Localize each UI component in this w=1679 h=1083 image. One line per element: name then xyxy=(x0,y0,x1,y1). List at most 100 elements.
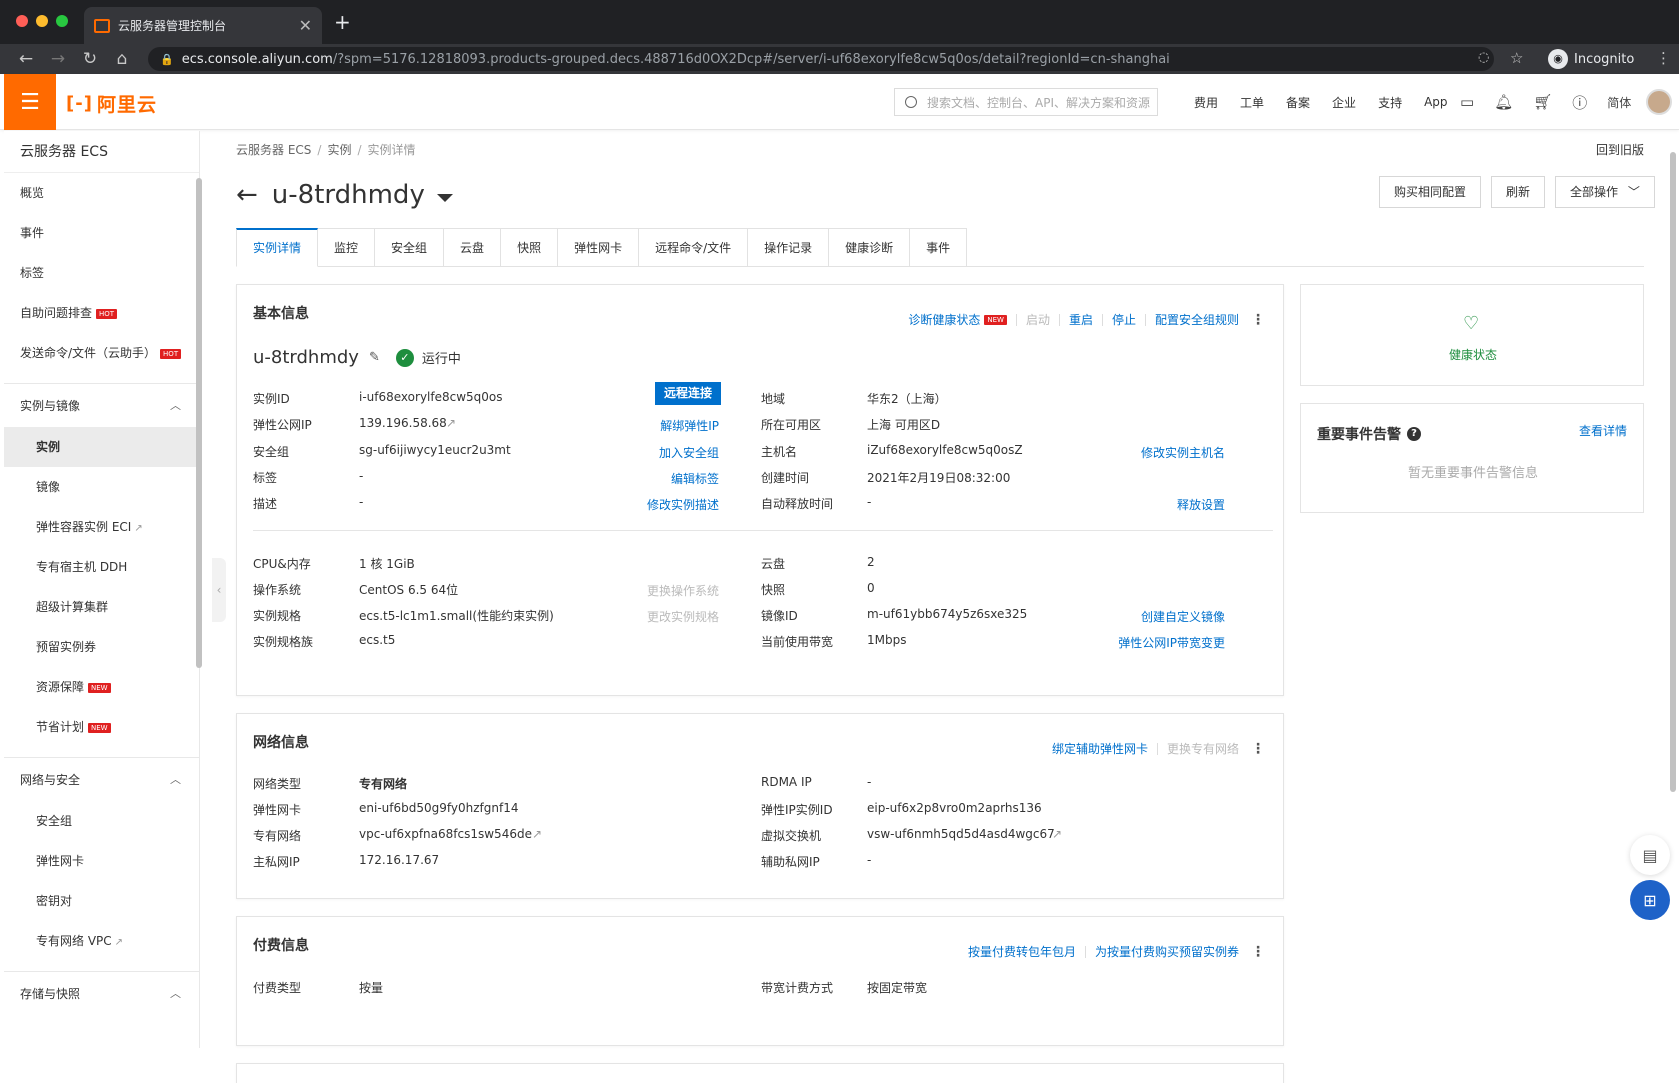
incognito-indicator[interactable]: ◉ Incognito xyxy=(1548,48,1634,70)
field-action-link[interactable]: 修改实例主机名 xyxy=(1141,444,1225,461)
sidebar-item-savings-plan[interactable]: 节省计划 NEW xyxy=(4,707,199,747)
menu-icon[interactable]: ☰ xyxy=(4,74,56,130)
top-link-enterprise[interactable]: 企业 xyxy=(1332,94,1356,111)
sidebar-item-vpc[interactable]: 专有网络 VPC ↗ xyxy=(4,921,199,961)
breadcrumb-ecs[interactable]: 云服务器 ECS xyxy=(236,143,311,157)
field-action-link-disabled[interactable]: 更换操作系统 xyxy=(647,582,719,599)
stop-link[interactable]: 停止 xyxy=(1112,311,1136,328)
top-link-support[interactable]: 支持 xyxy=(1378,94,1402,111)
top-link-fees[interactable]: 费用 xyxy=(1194,94,1218,111)
back-icon[interactable]: ← xyxy=(10,49,42,69)
avatar[interactable] xyxy=(1646,89,1672,115)
buy-reserved-instance-link[interactable]: 为按量付费购买预留实例券 xyxy=(1095,943,1239,960)
sidebar-item-security-groups[interactable]: 安全组 xyxy=(4,801,199,841)
cart-icon[interactable]: 🛒︎ xyxy=(1533,93,1552,111)
view-details-link[interactable]: 查看详情 xyxy=(1579,422,1627,439)
close-tab-icon[interactable]: ✕ xyxy=(299,16,312,35)
sidebar-scrollbar[interactable] xyxy=(196,178,202,668)
sidebar-group-instances-images[interactable]: 实例与镜像 ︿ xyxy=(4,383,199,427)
eye-off-icon[interactable]: ◌ xyxy=(1478,50,1489,65)
restart-link[interactable]: 重启 xyxy=(1069,311,1093,328)
field-action-link[interactable]: 修改实例描述 xyxy=(647,496,719,513)
top-link-app[interactable]: App xyxy=(1424,95,1447,109)
more-actions-icon[interactable]: ⋮ xyxy=(1251,741,1265,757)
terminal-icon[interactable]: ▭ xyxy=(1460,93,1474,111)
home-icon[interactable]: ⌂ xyxy=(106,49,138,69)
field-action-link[interactable]: 释放设置 xyxy=(1177,496,1225,513)
url-input[interactable]: 🔒 ecs.console.aliyun.com /?spm=5176.1281… xyxy=(148,47,1494,71)
more-actions-icon[interactable]: ⋮ xyxy=(1251,944,1265,960)
all-actions-button[interactable]: 全部操作 ﹀ xyxy=(1555,176,1655,208)
sidebar-item-reserved[interactable]: 预留实例券 xyxy=(4,627,199,667)
sidebar-item-cloud-assistant[interactable]: 发送命令/文件（云助手） HOT xyxy=(4,333,199,373)
forward-icon[interactable]: → xyxy=(42,49,74,69)
bell-icon[interactable]: 🔔︎ xyxy=(1494,93,1513,111)
external-link-icon[interactable]: ↗ xyxy=(532,827,542,841)
back-arrow-icon[interactable]: ← xyxy=(236,180,258,210)
sidebar-item-scc[interactable]: 超级计算集群 xyxy=(4,587,199,627)
top-link-tickets[interactable]: 工单 xyxy=(1240,94,1264,111)
configure-sg-rules-link[interactable]: 配置安全组规则 xyxy=(1155,311,1239,328)
tab-security-groups[interactable]: 安全组 xyxy=(375,228,445,267)
buy-same-config-button[interactable]: 购买相同配置 xyxy=(1379,176,1482,208)
top-link-icp[interactable]: 备案 xyxy=(1286,94,1310,111)
edit-pencil-icon[interactable]: ✎ xyxy=(369,350,380,365)
feedback-button[interactable]: ▤ xyxy=(1630,835,1670,875)
sidebar-item-keypairs[interactable]: 密钥对 xyxy=(4,881,199,921)
bind-secondary-eni-link[interactable]: 绑定辅助弹性网卡 xyxy=(1052,740,1148,757)
reload-icon[interactable]: ↻ xyxy=(74,49,106,69)
page-scrollbar[interactable] xyxy=(1670,152,1676,792)
field-action-link[interactable]: 弹性公网IP带宽变更 xyxy=(1118,634,1225,651)
external-link-icon[interactable]: ↗ xyxy=(446,416,456,430)
close-window-button[interactable] xyxy=(16,15,28,27)
tab-remote-commands[interactable]: 远程命令/文件 xyxy=(639,228,749,267)
new-tab-icon[interactable]: + xyxy=(334,10,351,34)
field-action-link[interactable]: 解绑弹性IP xyxy=(660,417,719,434)
health-status-card[interactable]: ♡ 健康状态 xyxy=(1300,284,1644,386)
question-icon[interactable]: ? xyxy=(1407,427,1421,441)
tab-snapshots[interactable]: 快照 xyxy=(501,228,559,267)
search-input[interactable]: 搜索文档、控制台、API、解决方案和资源 xyxy=(894,88,1158,116)
tab-health-diagnosis[interactable]: 健康诊断 xyxy=(829,228,911,267)
minimize-window-button[interactable] xyxy=(36,15,48,27)
maximize-window-button[interactable] xyxy=(56,15,68,27)
sidebar-item-tags[interactable]: 标签 xyxy=(4,253,199,293)
convert-to-subscription-link[interactable]: 按量付费转包年包月 xyxy=(968,943,1076,960)
field-action-link[interactable]: 加入安全组 xyxy=(659,444,719,461)
bookmark-star-icon[interactable]: ☆ xyxy=(1510,49,1523,67)
sidebar-item-troubleshoot[interactable]: 自助问题排查 HOT xyxy=(4,293,199,333)
tab-disks[interactable]: 云盘 xyxy=(444,228,502,267)
tab-events[interactable]: 事件 xyxy=(910,228,968,267)
change-vpc-link[interactable]: 更换专有网络 xyxy=(1167,740,1239,757)
sidebar-group-storage-snapshots[interactable]: 存储与快照 ︿ xyxy=(4,971,199,1015)
apps-button[interactable]: ⊞ xyxy=(1630,880,1670,920)
browser-tab[interactable]: 云服务器管理控制台 ✕ xyxy=(84,7,322,44)
start-link[interactable]: 启动 xyxy=(1026,311,1050,328)
sidebar-item-events[interactable]: 事件 xyxy=(4,213,199,253)
external-link-icon[interactable]: ↗ xyxy=(1052,827,1062,841)
tab-eni[interactable]: 弹性网卡 xyxy=(558,228,640,267)
field-action-link-disabled[interactable]: 更改实例规格 xyxy=(647,608,719,625)
instance-switch-dropdown-icon[interactable] xyxy=(436,194,453,202)
sidebar-collapse-handle[interactable]: ‹ xyxy=(212,558,226,622)
diagnose-health-link[interactable]: 诊断健康状态 xyxy=(908,311,980,328)
sidebar-item-overview[interactable]: 概览 xyxy=(4,173,199,213)
browser-menu-icon[interactable]: ⋮ xyxy=(1656,49,1671,67)
field-action-link[interactable]: 创建自定义镜像 xyxy=(1141,608,1225,625)
refresh-button[interactable]: 刷新 xyxy=(1491,176,1546,208)
old-version-link[interactable]: 回到旧版 xyxy=(1596,141,1644,158)
sidebar-group-network-security[interactable]: 网络与安全 ︿ xyxy=(4,757,199,801)
tab-monitoring[interactable]: 监控 xyxy=(318,228,376,267)
breadcrumb-instances[interactable]: 实例 xyxy=(327,143,351,157)
tab-operation-logs[interactable]: 操作记录 xyxy=(748,228,830,267)
sidebar-item-eci[interactable]: 弹性容器实例 ECI ↗ xyxy=(4,507,199,547)
tab-instance-details[interactable]: 实例详情 xyxy=(236,228,319,267)
sidebar-item-eni[interactable]: 弹性网卡 xyxy=(4,841,199,881)
aliyun-logo[interactable]: [-] 阿里云 xyxy=(66,90,157,117)
more-actions-icon[interactable]: ⋮ xyxy=(1251,312,1265,328)
help-icon[interactable]: ⓘ xyxy=(1572,92,1587,113)
language-switch[interactable]: 简体 xyxy=(1607,94,1631,111)
remote-connect-button[interactable]: 远程连接 xyxy=(655,382,722,405)
sidebar-item-capacity[interactable]: 资源保障 NEW xyxy=(4,667,199,707)
field-action-link[interactable]: 编辑标签 xyxy=(671,470,719,487)
